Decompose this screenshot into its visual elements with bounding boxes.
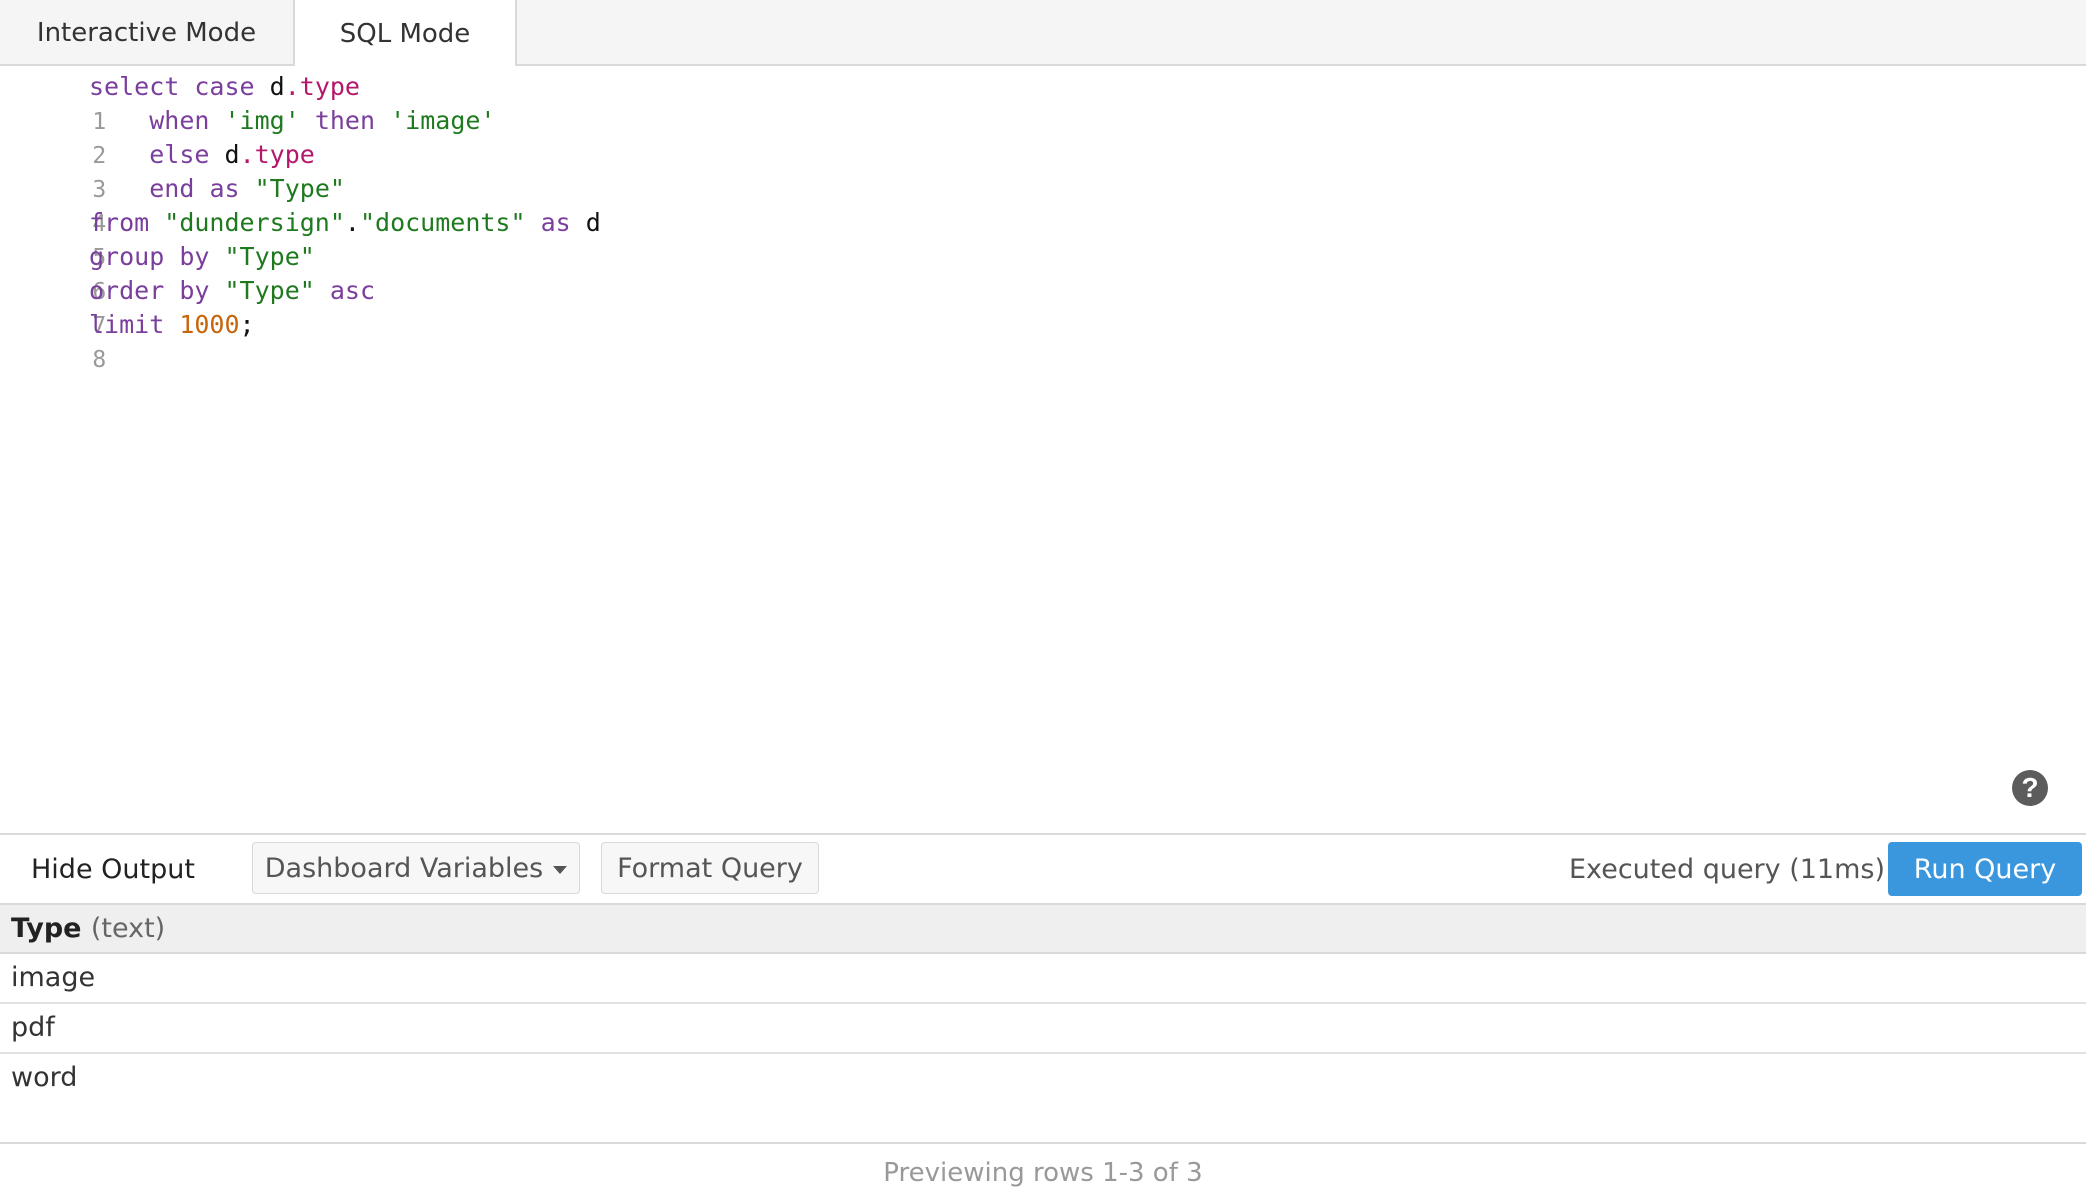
hide-output-button[interactable]: Hide Output — [31, 835, 195, 905]
column-type: (text) — [90, 913, 166, 944]
sql-keyword: as — [540, 208, 571, 237]
sql-keyword: group — [89, 242, 165, 271]
query-toolbar: Hide Output Dashboard Variables Format Q… — [0, 833, 2086, 905]
sql-keyword: asc — [329, 276, 376, 305]
sql-string: "Type" — [224, 276, 315, 305]
code-line: 5 from "dundersign"."documents" as d — [0, 206, 601, 271]
query-status: Executed query (11ms) — [1569, 854, 1886, 885]
sql-identifier: d — [269, 72, 285, 101]
column-header-type[interactable]: Type (text) — [11, 905, 165, 952]
sql-string: 'img' — [224, 106, 300, 135]
caret-down-icon — [553, 866, 568, 874]
sql-punctuation: ; — [239, 310, 255, 339]
code-line: 7 order by "Type" asc — [0, 274, 375, 339]
code-line: 2 when 'img' then 'image' — [0, 104, 495, 169]
table-header: Type (text) — [0, 903, 2086, 954]
sql-string: "documents" — [359, 208, 526, 237]
table-cell: image — [11, 962, 96, 993]
sql-property: .type — [284, 72, 360, 101]
column-name: Type — [11, 913, 82, 944]
sql-identifier: d — [585, 208, 601, 237]
sql-keyword: else — [149, 140, 210, 169]
code-line: 4 end as "Type" — [0, 172, 345, 237]
help-icon[interactable]: ? — [2012, 770, 2048, 806]
sql-keyword: limit — [89, 310, 165, 339]
table-cell: word — [11, 1062, 78, 1093]
sql-punctuation: . — [344, 208, 360, 237]
results-divider — [0, 1142, 2086, 1144]
sql-keyword: case — [194, 72, 255, 101]
sql-identifier: d — [224, 140, 240, 169]
line-number: 8 — [92, 347, 107, 373]
sql-keyword: select — [89, 72, 180, 101]
sql-string: 'image' — [390, 106, 496, 135]
run-query-button[interactable]: Run Query — [1888, 842, 2082, 896]
sql-keyword: by — [179, 276, 210, 305]
sql-keyword: from — [89, 208, 150, 237]
code-line: 3 else d.type — [0, 138, 314, 203]
tab-interactive-mode[interactable]: Interactive Mode — [0, 0, 295, 66]
mode-tabbar: Interactive Mode SQL Mode — [0, 0, 2086, 68]
sql-keyword: by — [179, 242, 210, 271]
table-row: pdf — [0, 1004, 2086, 1054]
table-row: word — [0, 1054, 2086, 1104]
sql-number: 1000 — [179, 310, 240, 339]
table-cell: pdf — [11, 1012, 55, 1043]
table-row: image — [0, 954, 2086, 1004]
sql-keyword: end — [149, 174, 195, 203]
code-line: 8 limit 1000; — [0, 308, 255, 373]
preview-status: Previewing rows 1-3 of 3 — [883, 1158, 1203, 1188]
dashboard-variables-label: Dashboard Variables — [264, 852, 544, 884]
sql-string: "Type" — [224, 242, 315, 271]
sql-string: "Type" — [254, 174, 345, 203]
sql-keyword: when — [149, 106, 210, 135]
code-line: 1 select case d.type — [0, 70, 360, 135]
sql-keyword: as — [209, 174, 240, 203]
code-line: 6 group by "Type" — [0, 240, 315, 305]
sql-keyword: then — [314, 106, 376, 135]
sql-keyword: order — [89, 276, 165, 305]
dashboard-variables-button[interactable]: Dashboard Variables — [252, 842, 580, 894]
sql-property: .type — [239, 140, 315, 169]
tab-sql-mode[interactable]: SQL Mode — [295, 0, 517, 68]
format-query-button[interactable]: Format Query — [601, 842, 819, 894]
sql-string: "dundersign" — [164, 208, 345, 237]
sql-editor[interactable]: 1 select case d.type 2 when 'img' then '… — [0, 66, 2086, 834]
